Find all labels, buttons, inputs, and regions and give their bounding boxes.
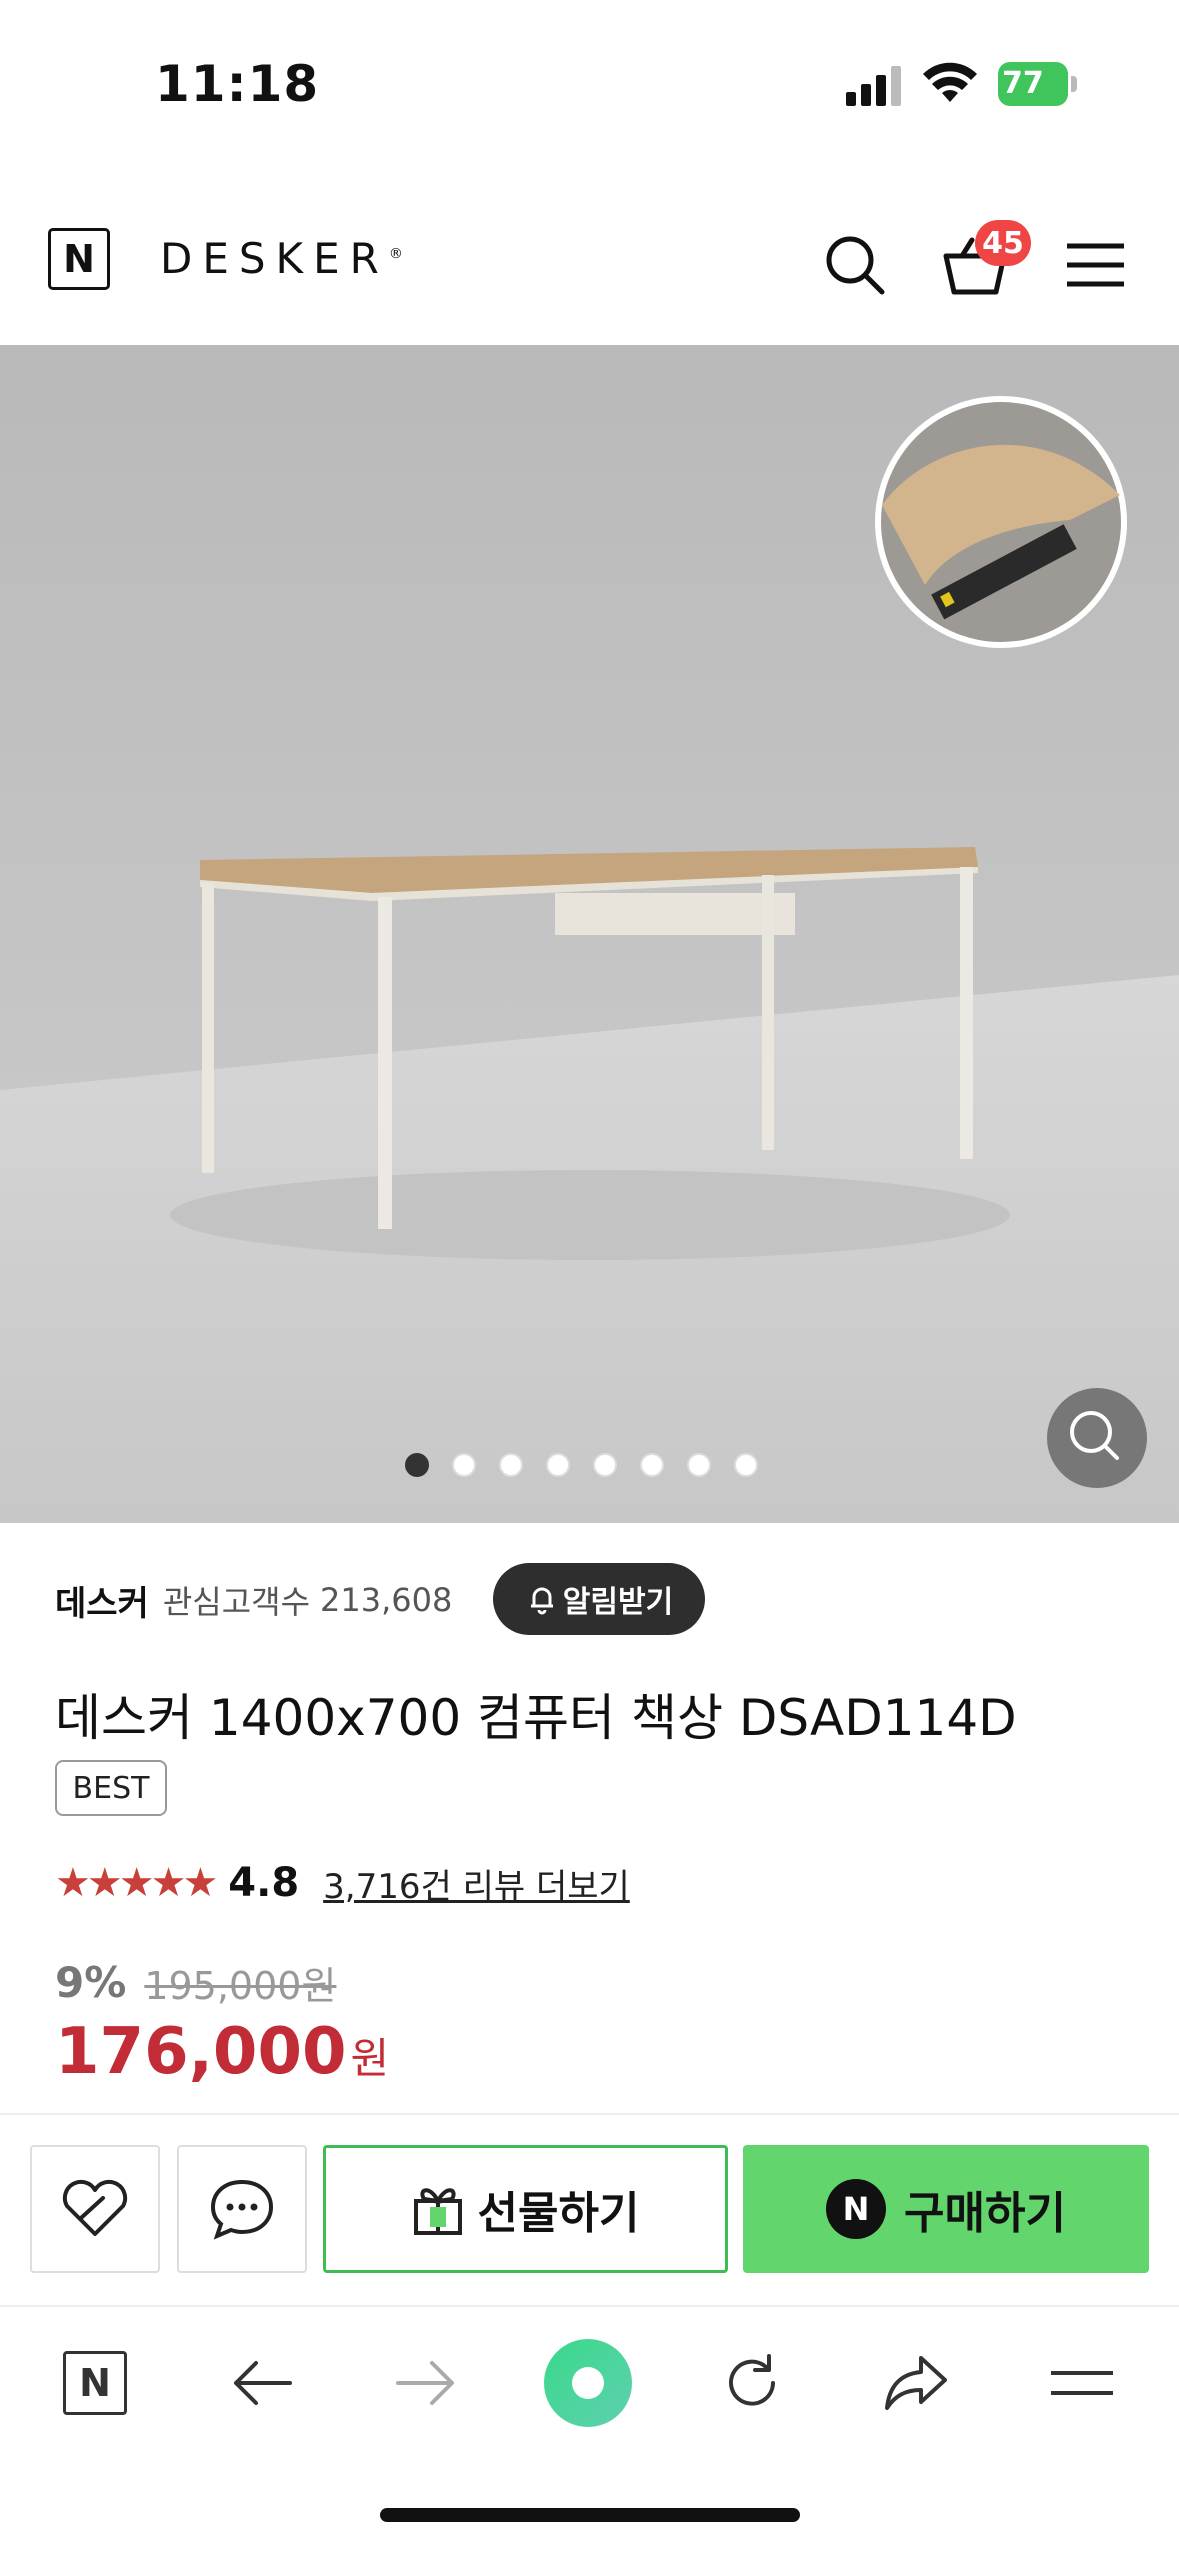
sale-price: 176,000 — [55, 2015, 347, 2089]
buy-button[interactable]: N 구매하기 — [743, 2145, 1149, 2273]
sale-price-row: 176,000 원 — [55, 2015, 389, 2089]
gift-icon — [413, 2188, 462, 2235]
original-price: 195,000원 — [144, 1964, 337, 2008]
purchase-action-bar: 선물하기 N 구매하기 — [0, 2113, 1179, 2307]
gallery-dot[interactable] — [687, 1453, 711, 1477]
chat-button[interactable] — [177, 2145, 307, 2273]
cart-count-badge: 45 — [975, 220, 1031, 266]
gallery-pagination — [405, 1453, 758, 1483]
gallery-dot[interactable] — [640, 1453, 664, 1477]
seller-info: 데스커 관심고객수 213,608 — [55, 1565, 452, 1635]
currency-unit: 원 — [350, 2034, 390, 2083]
product-image-gallery[interactable] — [0, 345, 1179, 1523]
brand-logo[interactable]: DESKER® — [160, 234, 403, 283]
home-indicator[interactable] — [380, 2508, 800, 2522]
alarm-label: 알림받기 — [562, 1585, 674, 1620]
menu-icon[interactable] — [1062, 230, 1132, 300]
status-time: 11:18 — [155, 55, 320, 113]
share-arrow-icon — [885, 2356, 947, 2410]
share-button[interactable] — [876, 2343, 956, 2423]
brand-name: DESKER — [160, 234, 389, 283]
naver-logo-button[interactable]: N — [48, 228, 110, 290]
cellular-signal-icon — [846, 64, 902, 106]
registered-mark: ® — [388, 246, 403, 262]
seller-name[interactable]: 데스커 — [55, 1576, 149, 1625]
fans-label: 관심고객수 — [162, 1583, 311, 1621]
gallery-dot[interactable] — [593, 1453, 617, 1477]
gallery-dot[interactable] — [546, 1453, 570, 1477]
image-zoom-button[interactable] — [1047, 1388, 1147, 1488]
refresh-button[interactable] — [712, 2343, 792, 2423]
best-badge: BEST — [55, 1760, 167, 1816]
site-header: N DESKER® 45 — [0, 170, 1179, 345]
forward-button[interactable] — [386, 2343, 466, 2423]
notification-subscribe-button[interactable]: 알림받기 — [493, 1563, 705, 1635]
chat-bubble-icon — [210, 2179, 274, 2240]
forward-arrow-icon — [396, 2361, 454, 2405]
heart-icon — [62, 2179, 128, 2236]
discount-row: 9% 195,000원 — [55, 1955, 336, 2010]
gift-button[interactable]: 선물하기 — [323, 2145, 728, 2273]
green-dot-icon — [544, 2339, 632, 2427]
bell-plus-icon — [530, 1587, 553, 1615]
wifi-icon — [923, 62, 977, 102]
battery-percent: 77 — [1002, 66, 1044, 101]
gallery-dot[interactable] — [405, 1453, 429, 1477]
status-bar: 11:18 77 — [0, 0, 1179, 170]
refresh-icon — [729, 2354, 775, 2406]
back-arrow-icon — [234, 2361, 292, 2405]
green-dot-button[interactable] — [538, 2333, 638, 2433]
back-button[interactable] — [222, 2343, 302, 2423]
gallery-dot[interactable] — [452, 1453, 476, 1477]
battery-icon: 77 — [998, 62, 1080, 106]
gallery-dot[interactable] — [499, 1453, 523, 1477]
menu-lines-icon — [1051, 2371, 1113, 2395]
buy-label: 구매하기 — [904, 2188, 1066, 2239]
product-photo — [0, 345, 1179, 1523]
naver-home-button[interactable]: N — [55, 2343, 135, 2423]
rating-score: 4.8 — [228, 1860, 300, 1906]
gallery-dot[interactable] — [734, 1453, 758, 1477]
rating-row: ★★★★★ 4.8 3,716건 리뷰 더보기 — [55, 1853, 630, 1913]
product-title: 데스커 1400x700 컴퓨터 책상 DSAD114D — [55, 1689, 1017, 1747]
fans-count: 213,608 — [320, 1581, 453, 1619]
browser-menu-button[interactable] — [1042, 2343, 1122, 2423]
wishlist-button[interactable] — [30, 2145, 160, 2273]
naver-pay-icon: N — [826, 2179, 887, 2239]
naver-home-icon: N — [63, 2351, 127, 2415]
star-rating-icon: ★★★★★ — [55, 1860, 218, 1906]
discount-rate: 9% — [55, 1958, 127, 2007]
reviews-link[interactable]: 3,716건 리뷰 더보기 — [323, 1859, 630, 1908]
gift-label: 선물하기 — [477, 2188, 640, 2239]
search-icon[interactable] — [820, 230, 890, 300]
browser-toolbar: N — [0, 2303, 1179, 2453]
